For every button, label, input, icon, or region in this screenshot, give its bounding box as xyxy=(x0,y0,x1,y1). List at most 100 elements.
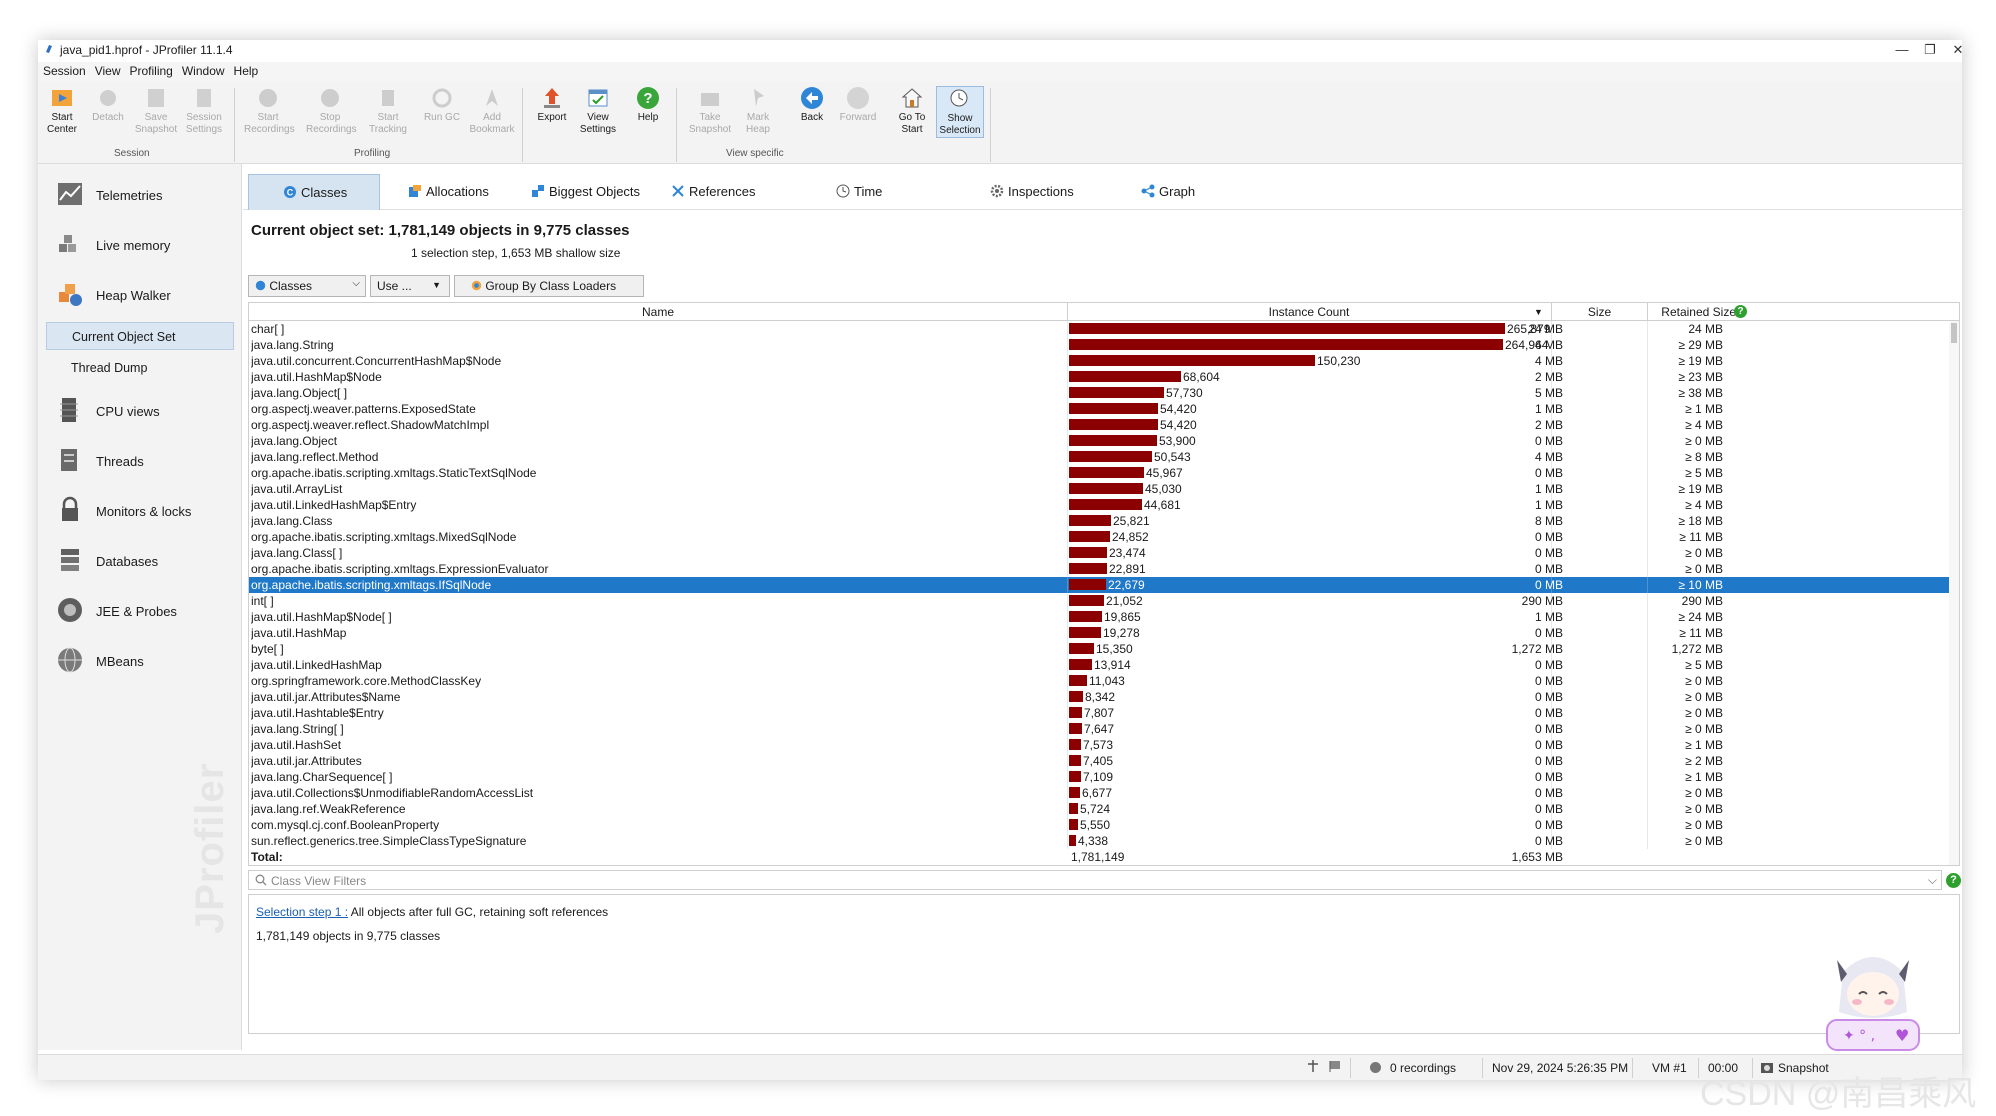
tab-inspections[interactable]: Inspections xyxy=(990,174,1074,210)
sidebar-item-cpu-views[interactable]: CPU views xyxy=(38,390,242,430)
snapshot-datetime: Nov 29, 2024 5:26:35 PM xyxy=(1492,1061,1629,1075)
use-button[interactable]: Use ... ▼ xyxy=(370,275,450,297)
show-selection-button[interactable]: Show Selection xyxy=(936,86,984,138)
table-row[interactable]: java.util.jar.Attributes 7,405 0 MB ≥ 2 MB xyxy=(249,753,1959,769)
tab-references[interactable]: References xyxy=(671,174,755,210)
detach-button[interactable]: Detach xyxy=(84,86,132,124)
tab-biggest-objects[interactable]: Biggest Objects xyxy=(531,174,640,210)
table-row[interactable]: org.apache.ibatis.scripting.xmltags.Expr… xyxy=(249,561,1959,577)
help-button[interactable]: ? Help xyxy=(624,86,672,124)
minimize-button[interactable]: — xyxy=(1887,40,1917,60)
start-center-button[interactable]: Start Center xyxy=(38,86,86,136)
back-button[interactable]: Back xyxy=(788,86,836,124)
forward-button[interactable]: Forward xyxy=(834,86,882,124)
table-row[interactable]: java.util.Hashtable$Entry 7,807 0 MB ≥ 0 MB xyxy=(249,705,1959,721)
group-by-class-loaders-button[interactable]: Group By Class Loaders xyxy=(454,275,644,297)
save-snapshot-button[interactable]: Save Snapshot xyxy=(132,86,180,136)
table-row[interactable]: java.util.jar.Attributes$Name 8,342 0 MB ≥ … xyxy=(249,689,1959,705)
table-row[interactable]: java.util.LinkedHashMap$Entry 44,681 1 MB ≥… xyxy=(249,497,1959,513)
column-header-instance-count[interactable]: Instance Count xyxy=(1068,305,1550,319)
instance-count-bar xyxy=(1069,387,1164,398)
vertical-scrollbar[interactable] xyxy=(1949,321,1959,865)
selection-step-link[interactable]: Selection step 1 : xyxy=(256,905,348,919)
restore-button[interactable]: ❐ xyxy=(1915,40,1945,60)
menu-view[interactable]: View xyxy=(90,62,125,78)
sidebar-item-mbeans[interactable]: MBeans xyxy=(38,640,242,680)
tab-graph[interactable]: Graph xyxy=(1141,174,1195,210)
table-row[interactable]: java.lang.String 264,944 6 MB ≥ 29 MB xyxy=(249,337,1959,353)
table-row[interactable]: com.mysql.cj.conf.BooleanProperty 5,550 0 … xyxy=(249,817,1959,833)
sidebar-item-monitors-locks[interactable]: Monitors & locks xyxy=(38,490,242,530)
add-bookmark-button[interactable]: Add Bookmark xyxy=(468,86,516,136)
table-row[interactable]: java.util.HashMap 19,278 0 MB ≥ 11 MB xyxy=(249,625,1959,641)
menu-window[interactable]: Window xyxy=(177,62,229,78)
go-to-start-button[interactable]: Go To Start xyxy=(888,86,936,136)
table-row[interactable]: org.apache.ibatis.scripting.xmltags.IfSq… xyxy=(249,577,1959,593)
tab-classes[interactable]: C Classes xyxy=(248,174,380,210)
sidebar-subitem-thread-dump[interactable]: Thread Dump xyxy=(46,354,234,382)
filter-help-icon[interactable]: ? xyxy=(1946,873,1961,888)
table-row[interactable]: org.springframework.core.MethodClassKey 1… xyxy=(249,673,1959,689)
mark-heap-button[interactable]: Mark Heap xyxy=(734,86,782,136)
table-row[interactable]: org.apache.ibatis.scripting.xmltags.Stat… xyxy=(249,465,1959,481)
view-select-dropdown[interactable]: Classes ⌵ xyxy=(248,275,366,297)
view-select-value: Classes xyxy=(269,279,313,293)
table-row[interactable]: java.lang.Class 25,821 8 MB ≥ 18 MB xyxy=(249,513,1959,529)
export-button[interactable]: Export xyxy=(528,86,576,124)
start-recordings-button[interactable]: Start Recordings xyxy=(244,86,295,136)
flag-icon[interactable] xyxy=(1328,1059,1342,1076)
table-row[interactable]: java.lang.ref.WeakReference 5,724 0 MB ≥ 0 … xyxy=(249,801,1959,817)
table-row[interactable]: sun.reflect.generics.tree.SimpleClassTyp… xyxy=(249,833,1959,849)
menu-session[interactable]: Session xyxy=(38,62,90,78)
session-settings-button[interactable]: Session Settings xyxy=(180,86,228,136)
menu-help[interactable]: Help xyxy=(229,62,263,78)
table-row[interactable]: byte[ ] 15,350 1,272 MB 1,272 MB xyxy=(249,641,1959,657)
retained-size-help-icon[interactable]: ? xyxy=(1734,305,1747,318)
table-row[interactable]: java.lang.Class[ ] 23,474 0 MB ≥ 0 MB xyxy=(249,545,1959,561)
chevron-down-icon[interactable]: ⌵ xyxy=(1928,873,1937,888)
table-row[interactable]: java.lang.Object[ ] 57,730 5 MB ≥ 38 MB xyxy=(249,385,1959,401)
scrollbar-thumb[interactable] xyxy=(1951,323,1957,343)
stop-recordings-button[interactable]: Stop Recordings xyxy=(306,86,357,136)
sidebar-item-databases[interactable]: Databases xyxy=(38,540,242,580)
run-gc-button[interactable]: Run GC xyxy=(418,86,466,124)
table-row[interactable]: java.util.concurrent.ConcurrentHashMap$N… xyxy=(249,353,1959,369)
sort-descending-icon[interactable]: ▼ xyxy=(1534,307,1543,317)
close-button[interactable]: ✕ xyxy=(1943,40,1962,60)
table-row[interactable]: char[ ] 265,879 24 MB 24 MB xyxy=(249,321,1959,337)
table-row[interactable]: java.util.Collections$UnmodifiableRandom… xyxy=(249,785,1959,801)
column-header-size[interactable]: Size xyxy=(1552,305,1647,319)
sidebar-item-telemetries[interactable]: Telemetries xyxy=(38,174,242,214)
table-row[interactable]: java.util.HashMap$Node 68,604 2 MB ≥ 23 MB xyxy=(249,369,1959,385)
tab-allocations[interactable]: Allocations xyxy=(408,174,489,210)
menu-profiling[interactable]: Profiling xyxy=(125,62,177,78)
view-settings-button[interactable]: View Settings xyxy=(574,86,622,136)
pin-icon[interactable] xyxy=(1306,1059,1320,1076)
table-row[interactable]: java.lang.Object 53,900 0 MB ≥ 0 MB xyxy=(249,433,1959,449)
total-label: Total: xyxy=(251,850,283,864)
sidebar-item-threads[interactable]: Threads xyxy=(38,440,242,480)
sidebar-item-heap-walker[interactable]: Heap Walker xyxy=(38,274,242,314)
table-row[interactable]: java.lang.CharSequence[ ] 7,109 0 MB ≥ 1 MB xyxy=(249,769,1959,785)
table-row[interactable]: java.util.HashMap$Node[ ] 19,865 1 MB ≥ 24 … xyxy=(249,609,1959,625)
instance-count: 21,052 xyxy=(1106,594,1143,608)
start-tracking-button[interactable]: Start Tracking xyxy=(364,86,412,136)
table-row[interactable]: java.util.LinkedHashMap 13,914 0 MB ≥ 5 MB xyxy=(249,657,1959,673)
column-header-name[interactable]: Name xyxy=(249,305,1067,319)
sidebar-subitem-current-object-set[interactable]: Current Object Set xyxy=(46,322,234,350)
table-row[interactable]: java.util.ArrayList 45,030 1 MB ≥ 19 MB xyxy=(249,481,1959,497)
sidebar-item-jee-probes[interactable]: JEE & Probes xyxy=(38,590,242,630)
tab-time[interactable]: Time xyxy=(836,174,882,210)
sidebar-item-live-memory[interactable]: Live memory xyxy=(38,224,242,264)
table-row[interactable]: org.aspectj.weaver.patterns.ExposedState… xyxy=(249,401,1959,417)
take-snapshot-button[interactable]: Take Snapshot xyxy=(686,86,734,136)
table-row[interactable]: java.util.HashSet 7,573 0 MB ≥ 1 MB xyxy=(249,737,1959,753)
table-row[interactable]: org.aspectj.weaver.reflect.ShadowMatchIm… xyxy=(249,417,1959,433)
forward-label: Forward xyxy=(839,112,877,123)
table-row[interactable]: int[ ] 21,052 290 MB 290 MB xyxy=(249,593,1959,609)
table-row[interactable]: org.apache.ibatis.scripting.xmltags.Mixe… xyxy=(249,529,1959,545)
instance-count-bar xyxy=(1069,451,1152,462)
table-row[interactable]: java.lang.reflect.Method 50,543 4 MB ≥ 8 MB xyxy=(249,449,1959,465)
table-row[interactable]: java.lang.String[ ] 7,647 0 MB ≥ 0 MB xyxy=(249,721,1959,737)
class-view-filter-input[interactable]: Class View Filters ⌵ xyxy=(248,870,1942,890)
